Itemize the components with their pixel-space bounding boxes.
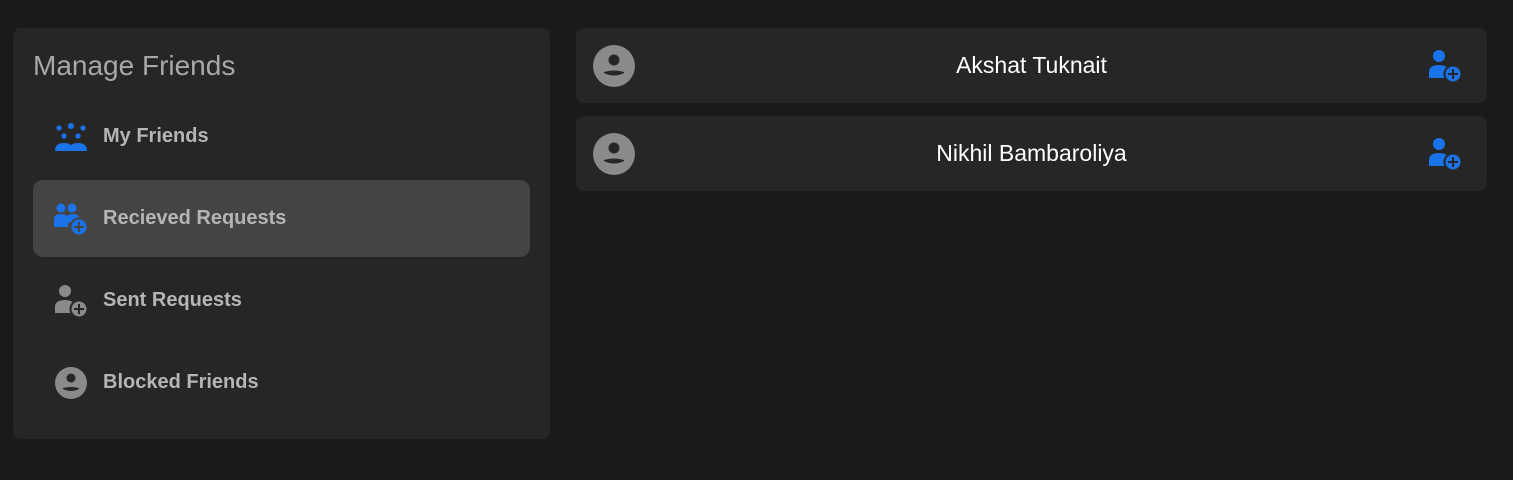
group-icon xyxy=(53,119,89,155)
friend-name: Akshat Tuknait xyxy=(956,52,1107,78)
manage-friends-page: Manage Friends My Friends Recieved Reque… xyxy=(0,0,1513,480)
group-add-icon xyxy=(53,201,89,237)
account-circle-icon xyxy=(593,45,635,87)
request-list: Akshat Tuknait Nikhil Bambaroliya xyxy=(576,28,1487,204)
sidebar-item-blocked-friends[interactable]: Blocked Friends xyxy=(33,344,530,421)
account-circle-icon xyxy=(53,365,89,401)
person-add-icon xyxy=(53,283,89,319)
account-circle-icon xyxy=(593,133,635,175)
sidebar-item-label: My Friends xyxy=(103,125,209,147)
sidebar-item-sent-requests[interactable]: Sent Requests xyxy=(33,262,530,339)
sidebar-item-recieved-requests[interactable]: Recieved Requests xyxy=(33,180,530,257)
sidebar-item-my-friends[interactable]: My Friends xyxy=(33,98,530,175)
list-item: Akshat Tuknait xyxy=(576,28,1487,103)
person-add-icon[interactable] xyxy=(1427,48,1463,84)
list-item: Nikhil Bambaroliya xyxy=(576,116,1487,191)
sidebar-item-label: Recieved Requests xyxy=(103,207,287,229)
sidebar-item-label: Blocked Friends xyxy=(103,371,259,393)
friend-name: Nikhil Bambaroliya xyxy=(936,140,1127,166)
page-title: Manage Friends xyxy=(33,50,236,81)
sidebar: Manage Friends My Friends Recieved Reque… xyxy=(13,28,550,439)
sidebar-item-label: Sent Requests xyxy=(103,289,242,311)
person-add-icon[interactable] xyxy=(1427,136,1463,172)
